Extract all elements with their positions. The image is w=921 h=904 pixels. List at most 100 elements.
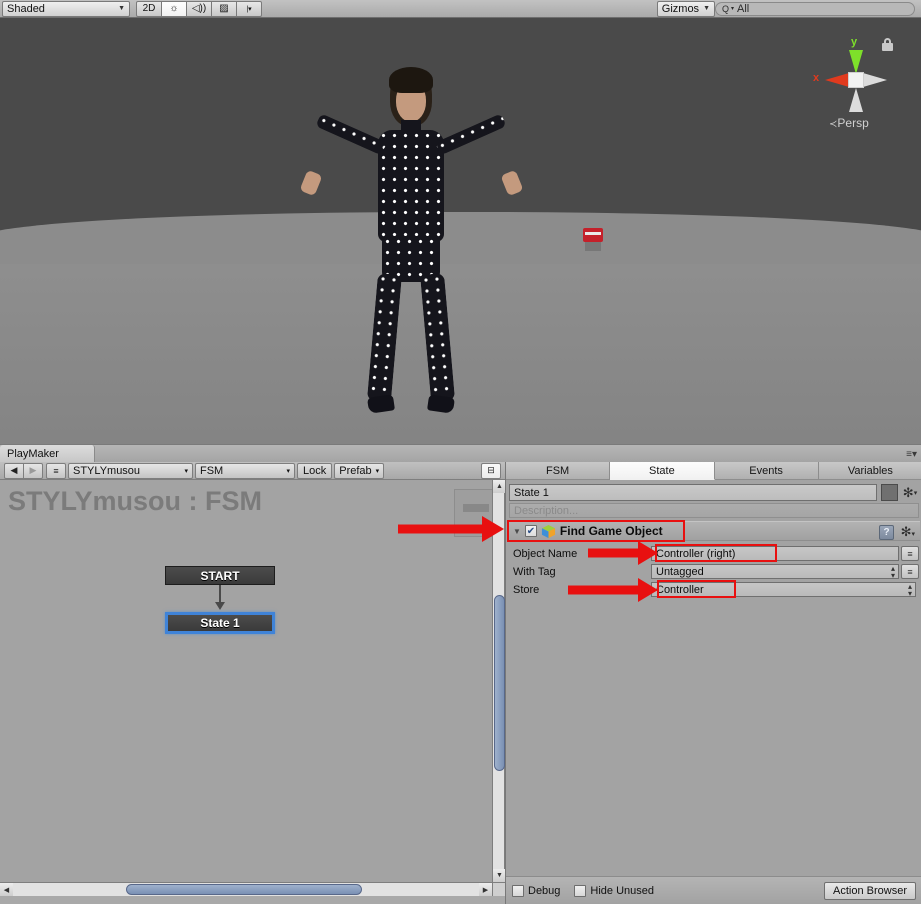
gizmo-neg-y-axis[interactable] (849, 88, 863, 112)
scene-view[interactable]: y x ≺Persp (0, 18, 921, 444)
nav-back-button[interactable]: ◀ (4, 462, 24, 479)
gizmo-neg-x-axis[interactable] (863, 73, 887, 87)
object-selector-label: STYLYmusou (73, 464, 141, 477)
state-name-row: State 1 ✻ ▾ (509, 484, 919, 501)
gizmo-y-axis[interactable] (849, 50, 863, 74)
horizontal-scroll-thumb[interactable] (126, 884, 362, 895)
gizmo-center-cube[interactable] (848, 72, 864, 88)
action-enabled-checkbox[interactable]: ✔ (524, 525, 537, 537)
state-description-input[interactable]: Description... (509, 503, 919, 518)
state-name-value: State 1 (514, 486, 549, 499)
state-name-input[interactable]: State 1 (509, 484, 877, 501)
lighting-toggle[interactable]: ☼ (161, 0, 187, 17)
chevron-down-icon: ▾ (184, 467, 188, 475)
forward-arrow-icon: ▶ (29, 465, 37, 475)
hide-unused-checkbox[interactable] (574, 884, 587, 897)
lock-toggle[interactable]: Lock (297, 462, 333, 479)
red-prop-base (585, 242, 601, 251)
effects-toggle[interactable]: ▨ (211, 0, 237, 17)
graph-vertical-scrollbar[interactable]: ▲ ▼ (492, 480, 506, 882)
scrollbar-corner (492, 882, 505, 896)
prefab-dropdown[interactable]: Prefab ▾ (334, 462, 385, 479)
scroll-left-icon[interactable]: ◀ (0, 883, 13, 896)
search-icon: Q (722, 3, 730, 14)
fsm-node-state1[interactable]: State 1 (165, 612, 275, 634)
with-tag-variable-button[interactable]: ≡ (901, 564, 919, 579)
foldout-triangle-icon[interactable]: ▼ (513, 527, 521, 536)
fsm-node-start[interactable]: START (165, 566, 275, 585)
action-gear-icon[interactable]: ✻▾ (901, 524, 915, 540)
state-description-placeholder: Description... (514, 504, 579, 517)
field-row-with-tag: With Tag Untagged ▴ ▾ ≡ (506, 563, 921, 580)
character-torso (378, 130, 444, 242)
shading-mode-dropdown[interactable]: Shaded ▼ (2, 0, 130, 17)
hide-unused-toggle[interactable]: Hide Unused (574, 884, 654, 897)
fsm-transition-arrow-icon (215, 602, 225, 610)
with-tag-dropdown[interactable]: Untagged ▴ ▾ (651, 564, 899, 579)
tab-state[interactable]: State (610, 462, 715, 480)
object-selector-dropdown[interactable]: STYLYmusou ▾ (68, 462, 193, 479)
character-arm-left (315, 113, 387, 156)
fsm-node-start-label: START (200, 568, 240, 583)
tab-events[interactable]: Events (714, 462, 819, 480)
scene-view-gizmo[interactable]: y x ≺Persp (813, 34, 899, 142)
inspector-tabs: FSM State Events Variables (506, 462, 921, 480)
fsm-minimap[interactable] (454, 489, 492, 537)
fsm-selector-dropdown[interactable]: FSM ▾ (195, 462, 295, 479)
cube-icon (541, 524, 556, 539)
gizmos-dropdown[interactable]: Gizmos ▼ (656, 0, 715, 17)
shading-mode-label: Shaded (7, 2, 45, 15)
tab-events-label: Events (749, 464, 783, 477)
scene-search-input[interactable]: Q ▾ All (715, 1, 915, 16)
layout-toggle-button[interactable]: ⊟ (481, 462, 501, 479)
graph-horizontal-scrollbar[interactable]: ◀ ▶ (0, 882, 492, 896)
scroll-right-icon[interactable]: ▶ (479, 883, 492, 896)
audio-toggle[interactable]: ◁)) (186, 0, 212, 17)
lock-icon[interactable] (882, 38, 893, 51)
state-color-swatch[interactable] (881, 484, 898, 501)
character-leg-right (420, 272, 456, 403)
vertical-scroll-thumb[interactable] (494, 595, 505, 771)
field-label-store: Store (513, 583, 540, 596)
playmaker-toolbar: ◀ ▶ ≡ STYLYmusou ▾ FSM ▾ Lock Prefab ▾ ⊟ (0, 462, 505, 480)
playmaker-menu-button[interactable]: ≡ (46, 462, 66, 479)
with-tag-value: Untagged (656, 565, 704, 578)
action-browser-button[interactable]: Action Browser (824, 881, 916, 900)
fsm-graph-canvas[interactable]: STYLYmusou : FSM (0, 480, 492, 882)
object-name-variable-button[interactable]: ≡ (901, 546, 919, 561)
window-options-icon[interactable]: ≡▾ (906, 449, 917, 460)
character-leg-left (366, 272, 402, 403)
help-book-icon[interactable]: ? (879, 525, 894, 540)
lock-label: Lock (303, 464, 327, 477)
view-2d-toggle[interactable]: 2D (136, 0, 162, 17)
chevron-down-icon: ▾ (375, 467, 380, 475)
image-icon: ▨ (219, 3, 229, 14)
gizmo-projection-label[interactable]: ≺Persp (829, 116, 869, 130)
effects-dropdown[interactable]: |▾ (236, 0, 262, 17)
red-prop-object[interactable] (583, 228, 603, 242)
object-name-input[interactable]: Controller (right) (651, 546, 899, 561)
view-2d-label: 2D (142, 3, 156, 14)
gizmo-x-axis[interactable] (825, 73, 849, 87)
mocap-character-model[interactable] (299, 67, 525, 418)
chevron-down-icon: ▾ (286, 467, 290, 475)
nav-forward-button[interactable]: ▶ (23, 462, 43, 479)
state-gear-icon[interactable]: ✻ ▾ (901, 484, 919, 501)
scene-search-value: All (737, 2, 750, 15)
action-header-find-game-object[interactable]: ▼ ✔ Find Game Object ? ✻▾ (508, 521, 920, 541)
projection-label: Persp (837, 116, 869, 130)
chevron-down-icon: ▼ (118, 5, 125, 12)
chevron-down-icon: |▾ (246, 5, 252, 13)
tab-variables[interactable]: Variables (818, 462, 921, 480)
tab-playmaker[interactable]: PlayMaker (0, 445, 95, 463)
gizmo-y-label: y (851, 36, 858, 48)
tab-playmaker-label: PlayMaker (7, 448, 59, 460)
field-label-object-name: Object Name (513, 547, 578, 560)
store-dropdown[interactable]: Controller ▴ ▾ (651, 582, 916, 597)
debug-label: Debug (528, 884, 561, 897)
debug-checkbox[interactable] (512, 884, 524, 897)
tab-fsm[interactable]: FSM (506, 462, 611, 480)
playmaker-window-tabbar: PlayMaker ≡▾ (0, 444, 921, 463)
debug-toggle[interactable]: Debug (512, 884, 561, 897)
chevron-down-icon: ▼ (703, 5, 710, 12)
